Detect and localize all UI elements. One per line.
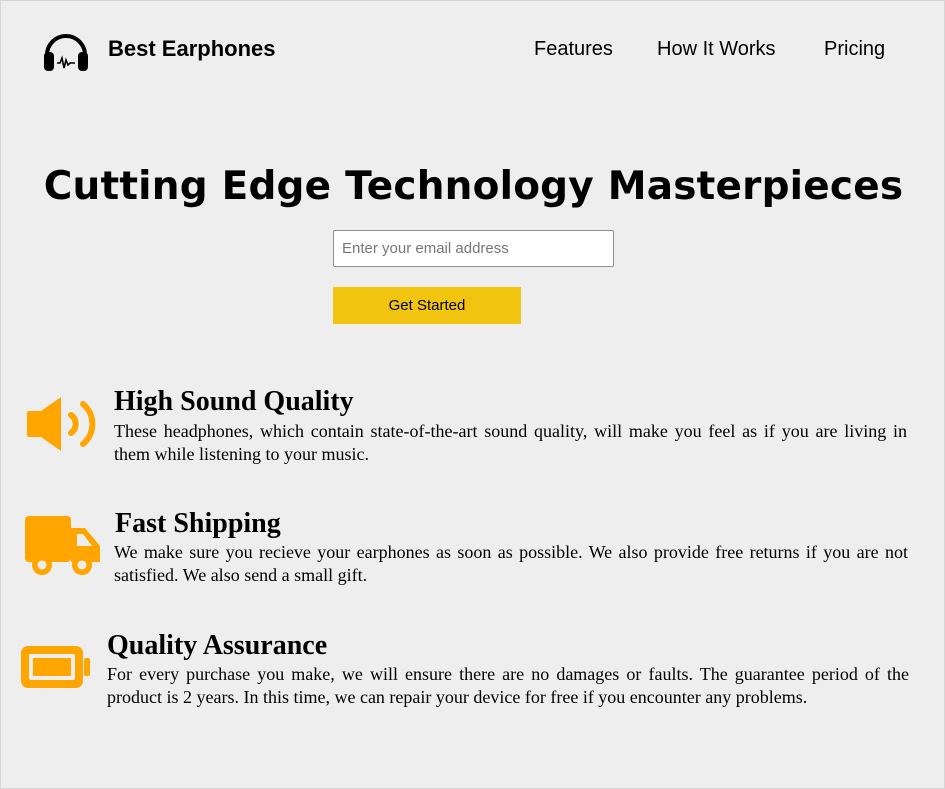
headphones-icon [44, 34, 88, 71]
volume-up-icon [27, 397, 96, 451]
feature-title-sound: High Sound Quality [114, 386, 354, 417]
feature-title-quality: Quality Assurance [107, 630, 328, 661]
site-header: Best Earphones Features How It Works Pri… [1, 1, 945, 96]
feature-text-quality: For every purchase you make, we will ens… [107, 664, 909, 707]
nav-link-pricing[interactable]: Pricing [824, 37, 885, 61]
truck-icon [25, 516, 100, 575]
hero-title: Cutting Edge Technology Masterpieces [43, 164, 904, 209]
email-input[interactable] [333, 230, 614, 267]
brand-name: Best Earphones [108, 36, 276, 61]
nav-link-how-it-works[interactable]: How It Works [657, 37, 776, 61]
feature-title-shipping: Fast Shipping [115, 508, 281, 539]
feature-text-shipping: We make sure you recieve your earphones … [114, 542, 908, 585]
battery-icon [21, 646, 90, 688]
nav-link-features[interactable]: Features [534, 37, 613, 61]
feature-text-sound: These headphones, which contain state-of… [114, 421, 907, 464]
get-started-button[interactable]: Get Started [333, 287, 521, 324]
